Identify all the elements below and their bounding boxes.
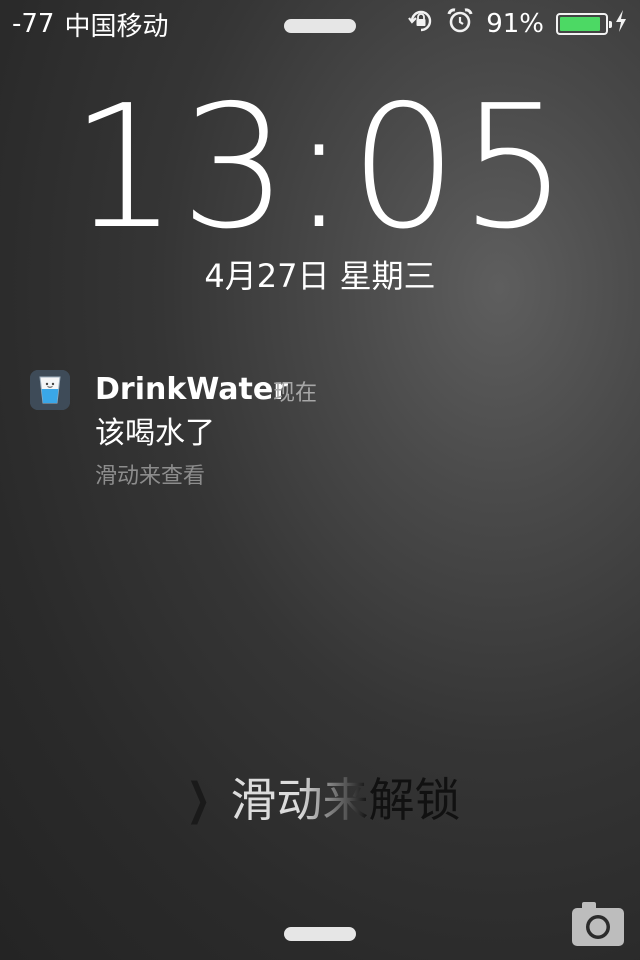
- carrier-name: 中国移动: [64, 11, 169, 42]
- battery-icon: [556, 13, 612, 35]
- battery-level-fill: [560, 17, 601, 31]
- notification-message: 该喝水了: [95, 416, 215, 451]
- notification-card[interactable]: DrinkWater 现在 该喝水了 滑动来查看: [30, 370, 610, 500]
- status-left: -77 中国移动: [12, 6, 168, 43]
- notification-time: 现在: [273, 381, 318, 406]
- camera-icon[interactable]: [570, 900, 626, 948]
- lock-screen-time: 13:05: [70, 69, 570, 267]
- alarm-icon: [446, 7, 474, 42]
- battery-percent: 91%: [486, 9, 544, 39]
- notification-app-name: DrinkWater: [95, 372, 289, 407]
- lock-screen-date: 4月27日 星期三: [204, 257, 436, 295]
- bottom-grabber-handle[interactable]: [284, 927, 356, 941]
- charging-bolt-icon: [614, 9, 628, 40]
- status-right: 91%: [408, 7, 628, 42]
- notification-hint: 滑动来查看: [95, 464, 206, 489]
- drink-water-app-icon: [30, 370, 70, 410]
- signal-strength: -77: [12, 9, 55, 39]
- slide-to-unlock[interactable]: ❯ 滑动来解锁: [0, 770, 640, 830]
- battery-indicator: [556, 9, 628, 40]
- slide-to-unlock-label: 滑动来解锁: [230, 770, 460, 830]
- status-bar: -77 中国移动 91%: [0, 0, 640, 48]
- orientation-lock-icon: [408, 8, 434, 41]
- chevron-right-icon: ❯: [186, 774, 210, 825]
